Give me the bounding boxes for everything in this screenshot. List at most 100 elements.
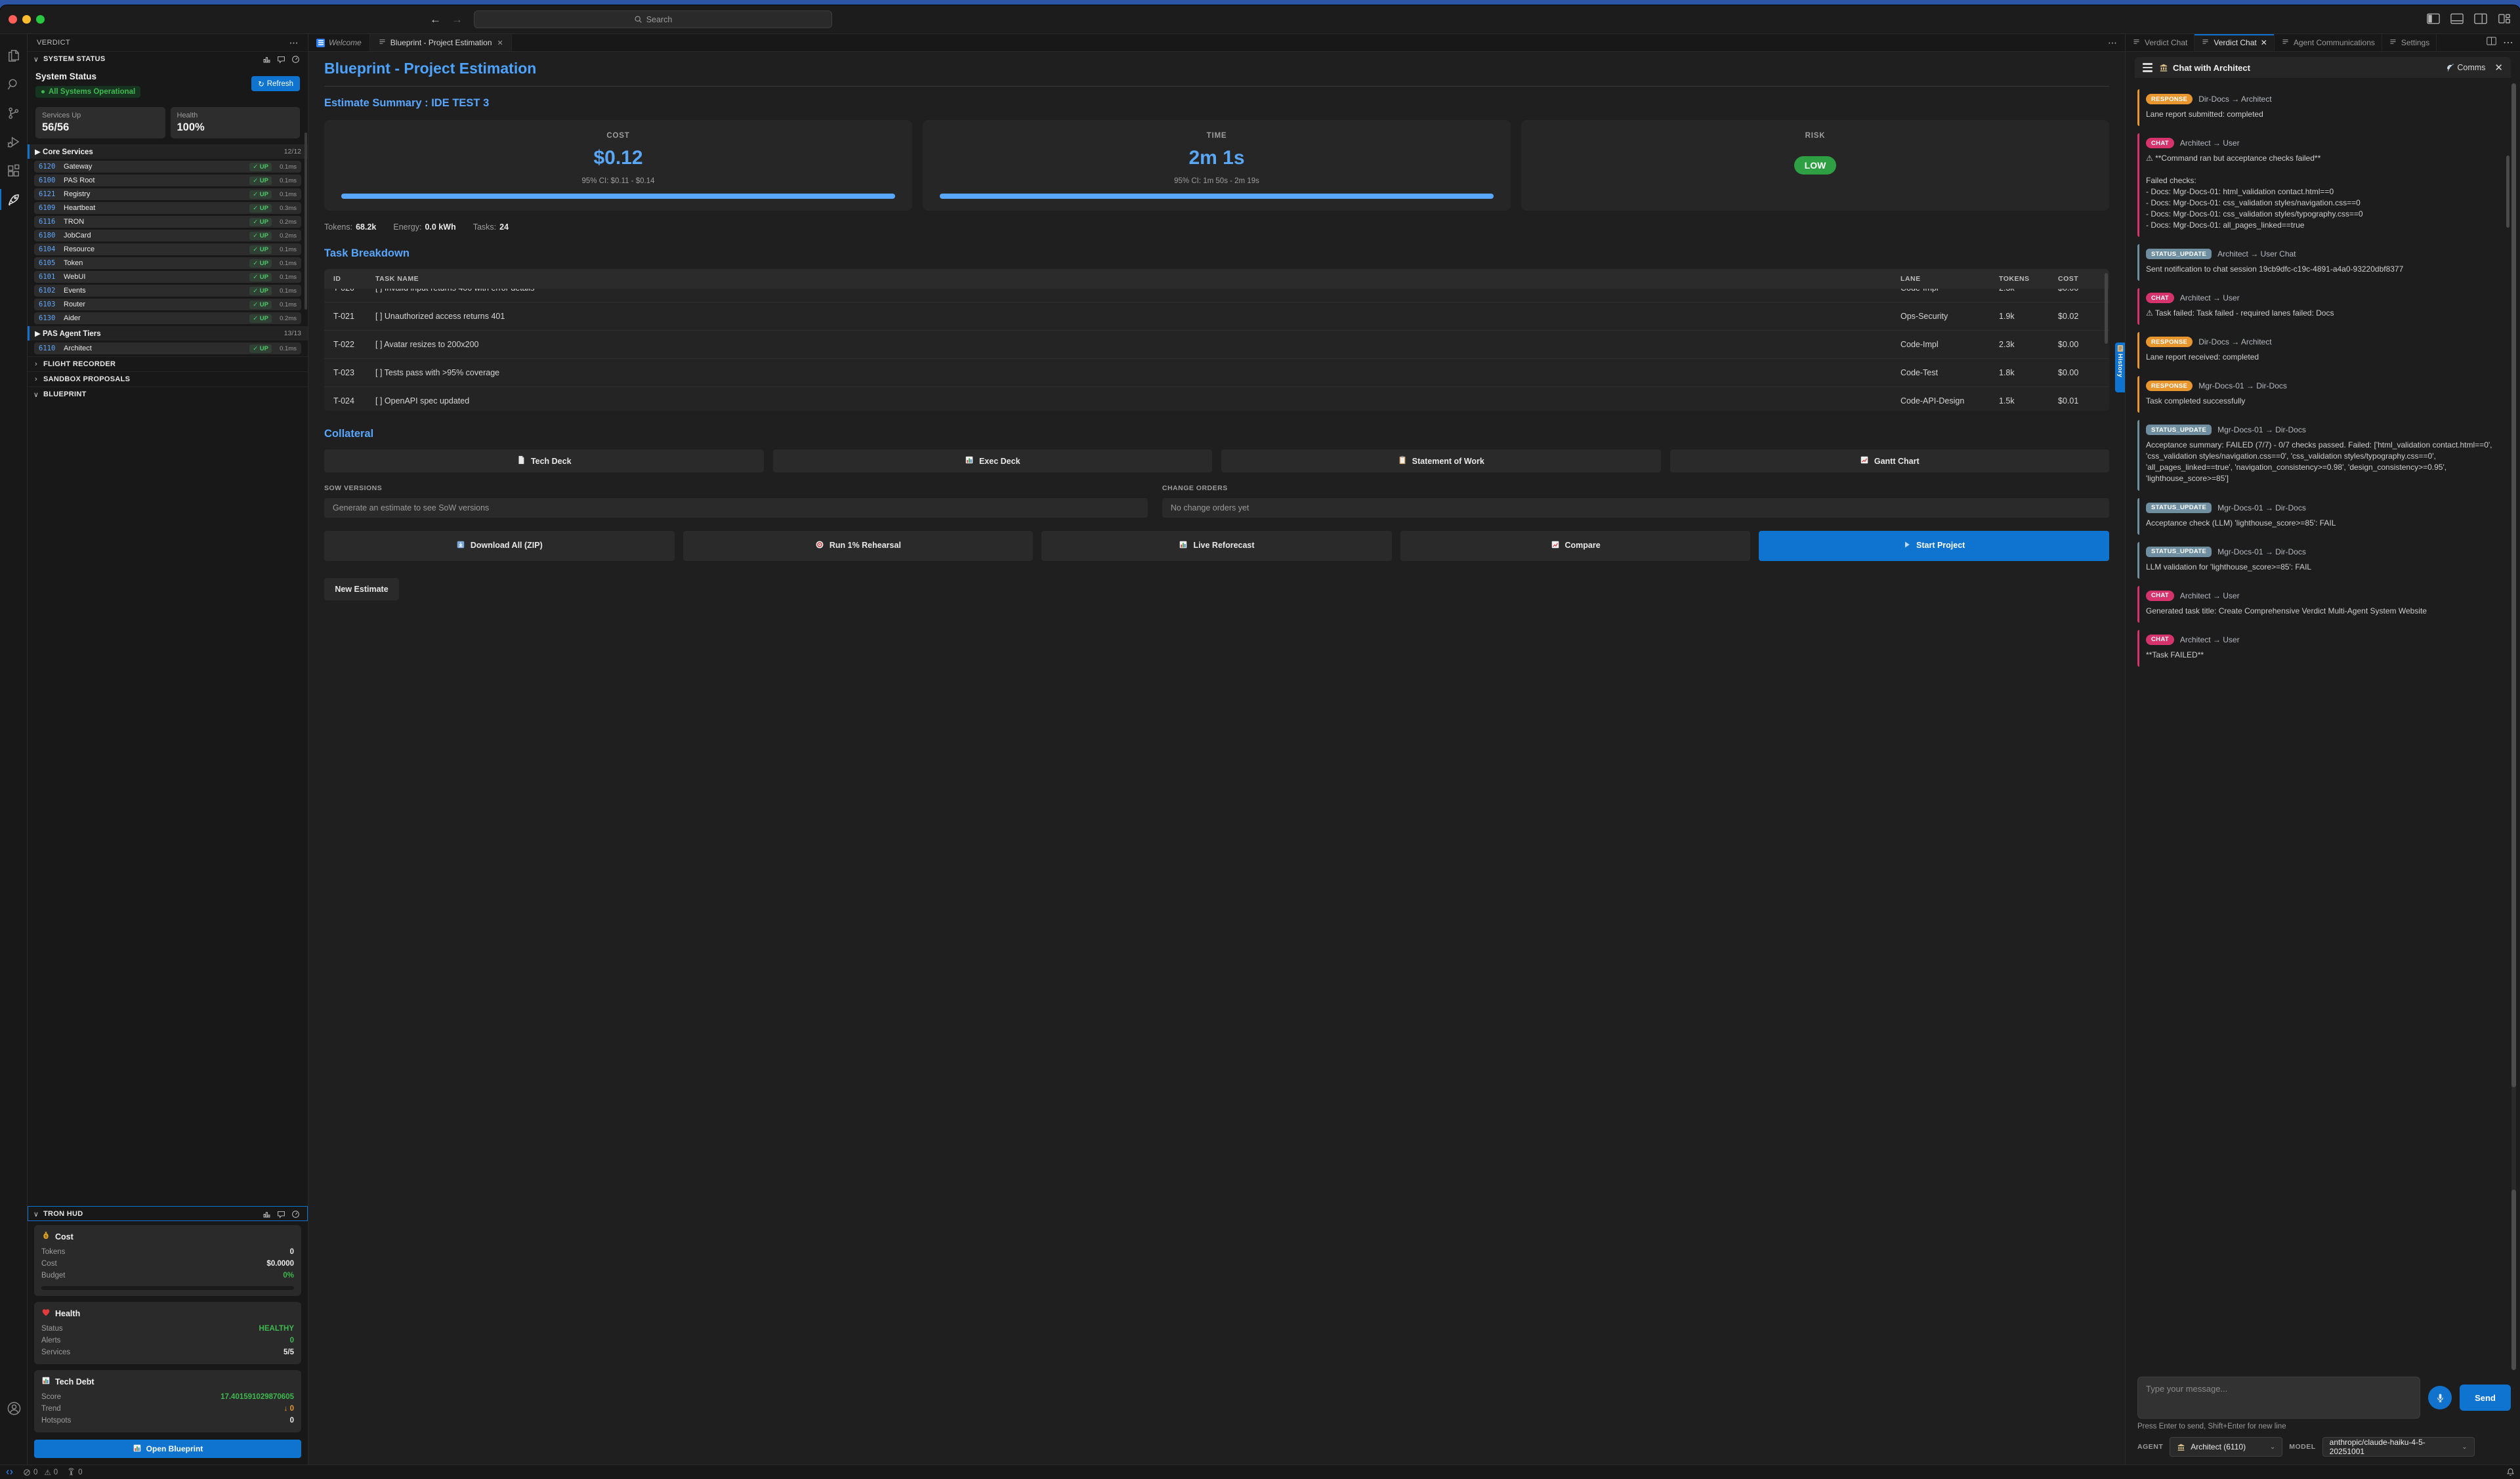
message-type-badge: RESPONSE bbox=[2146, 337, 2193, 347]
gauge-icon[interactable] bbox=[291, 55, 300, 64]
close-panel-icon[interactable]: ✕ bbox=[2494, 62, 2503, 73]
toggle-sidebar-left-icon[interactable] bbox=[2427, 13, 2440, 24]
search-sidebar-icon[interactable] bbox=[0, 70, 28, 98]
comms-button[interactable]: Comms bbox=[2445, 63, 2485, 72]
explorer-icon[interactable] bbox=[0, 41, 28, 70]
service-row[interactable]: 6101WebUI✓ UP0.1ms bbox=[34, 271, 301, 283]
history-tab[interactable]: History bbox=[2115, 343, 2125, 392]
section-tron-hud[interactable]: ∨ TRON HUD bbox=[28, 1206, 308, 1221]
agent-select[interactable]: Architect (6110) ⌄ bbox=[2170, 1437, 2282, 1457]
panel-tab-verdict-chat[interactable]: Verdict Chat✕ bbox=[2194, 34, 2274, 51]
sidebar-scrollbar[interactable] bbox=[304, 133, 307, 310]
section-blueprint[interactable]: ∨ BLUEPRINT bbox=[28, 386, 308, 402]
table-row[interactable]: T-024[ ] OpenAPI spec updatedCode-API-De… bbox=[324, 387, 2109, 411]
service-group-header[interactable]: ▶ PAS Agent Tiers13/13 bbox=[28, 326, 308, 341]
service-row[interactable]: 6180JobCard✓ UP0.2ms bbox=[34, 230, 301, 241]
panel-tab-agent-communications[interactable]: Agent Communications bbox=[2275, 34, 2382, 51]
comment-icon[interactable] bbox=[277, 55, 285, 64]
run-1-rehearsal-button[interactable]: Run 1% Rehearsal bbox=[683, 531, 1034, 561]
chat-scrollbar-thumb[interactable] bbox=[2511, 1190, 2516, 1370]
ports-indicator[interactable]: 0 bbox=[67, 1468, 82, 1476]
verdict-extension-icon[interactable] bbox=[0, 185, 28, 214]
panel-tab-verdict-chat[interactable]: Verdict Chat bbox=[2126, 34, 2194, 51]
compare-button[interactable]: Compare bbox=[1400, 531, 1751, 561]
download-all-zip--button[interactable]: Download All (ZIP) bbox=[324, 531, 675, 561]
tech-deck-button[interactable]: Tech Deck bbox=[324, 449, 764, 472]
model-select[interactable]: anthropic/claude-haiku-4-5-20251001 ⌄ bbox=[2322, 1437, 2475, 1457]
table-row[interactable]: T-022[ ] Avatar resizes to 200x200Code-I… bbox=[324, 331, 2109, 359]
extensions-icon[interactable] bbox=[0, 156, 28, 185]
section-system-status[interactable]: ∨ SYSTEM STATUS bbox=[28, 51, 308, 66]
source-control-icon[interactable] bbox=[0, 98, 28, 127]
run-debug-icon[interactable] bbox=[0, 127, 28, 156]
close-icon[interactable]: ✕ bbox=[2261, 38, 2267, 47]
problems-indicator[interactable]: 0 ⚠ 0 bbox=[23, 1468, 58, 1477]
start-project-button[interactable]: Start Project bbox=[1759, 531, 2109, 561]
search-input[interactable]: Search bbox=[474, 10, 832, 28]
maximize-window-button[interactable] bbox=[36, 15, 45, 24]
exec-deck-button[interactable]: Exec Deck bbox=[773, 449, 1213, 472]
panel-tab-settings[interactable]: Settings bbox=[2382, 34, 2437, 51]
remote-indicator[interactable] bbox=[5, 1468, 14, 1476]
table-scrollbar[interactable] bbox=[2105, 273, 2108, 344]
toggle-sidebar-right-icon[interactable] bbox=[2474, 13, 2487, 24]
live-reforecast-button[interactable]: Live Reforecast bbox=[1041, 531, 1392, 561]
bell-icon[interactable] bbox=[2506, 1468, 2515, 1476]
chat-message-input[interactable] bbox=[2137, 1377, 2420, 1419]
account-icon[interactable] bbox=[0, 1394, 28, 1423]
clipboard-icon bbox=[1398, 455, 1407, 467]
send-button[interactable]: Send bbox=[2460, 1385, 2511, 1411]
service-row[interactable]: 6104Resource✓ UP0.1ms bbox=[34, 243, 301, 255]
split-editor-icon[interactable] bbox=[2487, 37, 2496, 49]
service-row[interactable]: 6120Gateway✓ UP0.1ms bbox=[34, 161, 301, 173]
close-window-button[interactable] bbox=[9, 15, 17, 24]
service-row[interactable]: 6103Router✓ UP0.1ms bbox=[34, 299, 301, 310]
window-controls[interactable] bbox=[9, 15, 45, 24]
comment-icon[interactable] bbox=[277, 1210, 285, 1219]
service-status-badge: ✓ UP bbox=[249, 190, 272, 199]
table-row[interactable]: T-020[ ] Invalid input returns 400 with … bbox=[324, 289, 2109, 302]
chat-scrollbar[interactable] bbox=[2511, 83, 2516, 1370]
message-header: CHATArchitect → User bbox=[2146, 591, 2496, 601]
statement-of-work-button[interactable]: Statement of Work bbox=[1221, 449, 1661, 472]
chat-scrollbar-thumb[interactable] bbox=[2511, 83, 2516, 1087]
voice-input-button[interactable] bbox=[2428, 1386, 2452, 1409]
message-inner-scrollbar[interactable] bbox=[2506, 156, 2510, 228]
editor-actions-icon[interactable]: ⋯ bbox=[2100, 37, 2125, 49]
table-scroll-viewport[interactable]: T-020[ ] Invalid input returns 400 with … bbox=[324, 289, 2109, 411]
more-actions-icon[interactable]: ⋯ bbox=[2503, 36, 2513, 49]
customize-layout-icon[interactable] bbox=[2498, 13, 2511, 24]
forward-icon[interactable]: → bbox=[452, 13, 463, 26]
service-row[interactable]: 6100PAS Root✓ UP0.1ms bbox=[34, 175, 301, 186]
table-row[interactable]: T-021[ ] Unauthorized access returns 401… bbox=[324, 302, 2109, 331]
section-sandbox-proposals[interactable]: › SANDBOX PROPOSALS bbox=[28, 371, 308, 386]
table-cell: [ ] Unauthorized access returns 401 bbox=[375, 312, 1900, 321]
bar-chart-icon[interactable] bbox=[262, 55, 271, 64]
gantt-chart-button[interactable]: Gantt Chart bbox=[1670, 449, 2110, 472]
service-row[interactable]: 6102Events✓ UP0.1ms bbox=[34, 285, 301, 297]
service-row[interactable]: 6110Architect✓ UP0.1ms bbox=[34, 343, 301, 354]
service-name: Token bbox=[64, 259, 244, 267]
gauge-icon[interactable] bbox=[291, 1210, 300, 1219]
service-row[interactable]: 6116TRON✓ UP0.2ms bbox=[34, 216, 301, 228]
open-blueprint-button[interactable]: Open Blueprint bbox=[34, 1440, 301, 1458]
sidebar-more-icon[interactable]: ⋯ bbox=[289, 37, 299, 49]
menu-icon[interactable] bbox=[2143, 63, 2152, 72]
service-name: JobCard bbox=[64, 232, 244, 240]
new-estimate-button[interactable]: New Estimate bbox=[324, 578, 399, 600]
minimize-window-button[interactable] bbox=[22, 15, 31, 24]
editor-tab-blueprint-project-estimation[interactable]: Blueprint - Project Estimation✕ bbox=[370, 34, 512, 51]
service-row[interactable]: 6109Heartbeat✓ UP0.3ms bbox=[34, 202, 301, 214]
editor-tab-welcome[interactable]: Welcome bbox=[308, 34, 370, 51]
table-row[interactable]: T-023[ ] Tests pass with >95% coverageCo… bbox=[324, 359, 2109, 387]
service-row[interactable]: 6130Aider✓ UP0.2ms bbox=[34, 312, 301, 324]
service-group-header[interactable]: ▶ Core Services12/12 bbox=[28, 144, 308, 159]
service-row[interactable]: 6121Registry✓ UP0.1ms bbox=[34, 188, 301, 200]
section-flight-recorder[interactable]: › FLIGHT RECORDER bbox=[28, 356, 308, 371]
back-icon[interactable]: ← bbox=[430, 13, 441, 26]
close-icon[interactable]: ✕ bbox=[497, 39, 503, 47]
service-row[interactable]: 6105Token✓ UP0.1ms bbox=[34, 257, 301, 269]
bar-chart-icon[interactable] bbox=[262, 1210, 271, 1219]
toggle-panel-bottom-icon[interactable] bbox=[2450, 13, 2464, 24]
refresh-button[interactable]: ↻Refresh bbox=[251, 76, 300, 91]
